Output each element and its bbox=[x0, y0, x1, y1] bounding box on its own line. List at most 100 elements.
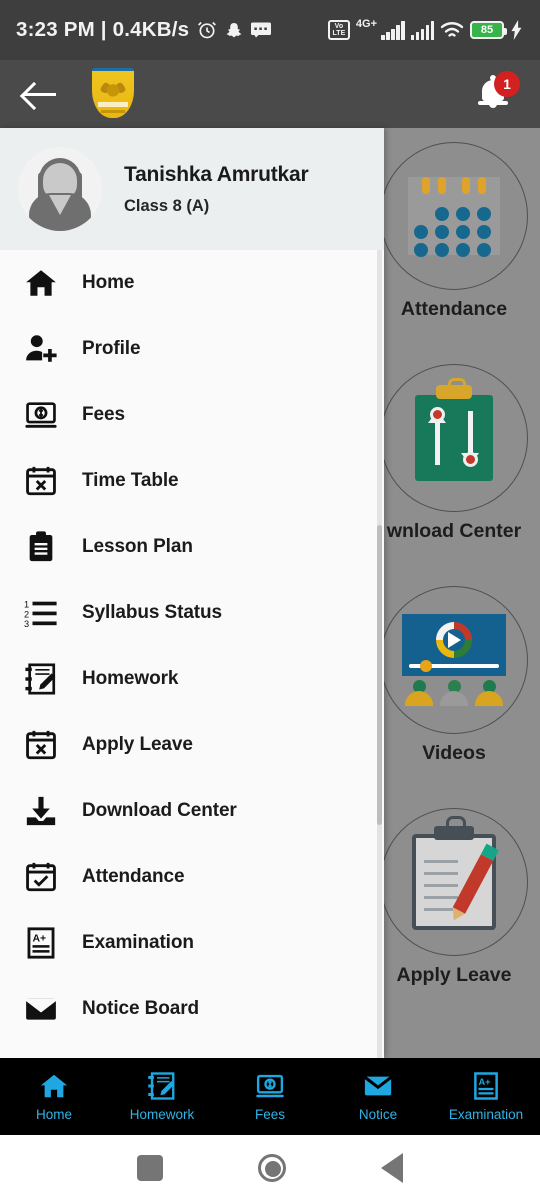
drawer-item-label: Home bbox=[82, 272, 135, 293]
student-name: Tanishka Amrutkar bbox=[124, 162, 309, 186]
battery-icon: 85 bbox=[470, 21, 507, 39]
bell-clapper-icon bbox=[489, 103, 497, 108]
drawer-item-lesson-plan[interactable]: Lesson Plan bbox=[0, 514, 384, 580]
notebook-pen-icon bbox=[148, 1072, 175, 1100]
school-crest-logo bbox=[92, 68, 136, 120]
tile-label: wnload Center bbox=[386, 520, 522, 542]
drawer-menu-list: Home Profile Fees Time Table Lesson Plan… bbox=[0, 250, 384, 1058]
app-bar: 1 bbox=[0, 60, 540, 128]
home-tile-apply-leave[interactable]: Apply Leave bbox=[368, 808, 540, 987]
svg-text:1: 1 bbox=[24, 599, 29, 609]
drawer-scrollbar-thumb[interactable] bbox=[377, 525, 382, 825]
drawer-item-fees[interactable]: Fees bbox=[0, 382, 384, 448]
notebook-pen-icon bbox=[14, 656, 68, 702]
back-arrow-icon[interactable] bbox=[20, 76, 64, 112]
bottom-nav-homework[interactable]: Homework bbox=[108, 1071, 216, 1122]
bottom-nav-label: Home bbox=[35, 1107, 72, 1122]
drawer-scrollbar[interactable] bbox=[377, 250, 382, 1058]
drawer-item-label: Homework bbox=[82, 668, 179, 689]
drawer-profile-header[interactable]: Tanishka Amrutkar Class 8 (A) bbox=[0, 128, 384, 250]
battery-percent-label: 85 bbox=[480, 24, 494, 36]
bottom-nav-home[interactable]: Home bbox=[0, 1071, 108, 1122]
android-system-nav bbox=[0, 1135, 540, 1200]
drawer-item-download-center[interactable]: Download Center bbox=[0, 778, 384, 844]
calendar-x-icon bbox=[14, 458, 68, 504]
circle-home-icon[interactable] bbox=[257, 1153, 286, 1182]
clipboard-pencil-art bbox=[412, 816, 496, 930]
tile-label: Attendance bbox=[400, 298, 508, 320]
tile-circle bbox=[380, 586, 528, 734]
tile-label: Apply Leave bbox=[396, 964, 512, 986]
drawer-item-home[interactable]: Home bbox=[0, 250, 384, 316]
calendar-art bbox=[408, 177, 500, 257]
svg-text:A+: A+ bbox=[33, 934, 47, 945]
drawer-item-label: Examination bbox=[82, 932, 194, 953]
profile-text: Tanishka Amrutkar Class 8 (A) bbox=[124, 163, 309, 216]
exam-paper-icon: A+ bbox=[474, 1072, 498, 1100]
drawer-item-examination[interactable]: A+ Examination bbox=[0, 910, 384, 976]
wifi-icon bbox=[440, 21, 464, 40]
home-icon bbox=[14, 260, 68, 306]
drawer-item-syllabus-status[interactable]: 1 2 3 Syllabus Status bbox=[0, 580, 384, 646]
square-recents-icon[interactable] bbox=[137, 1154, 164, 1181]
drawer-item-homework[interactable]: Homework bbox=[0, 646, 384, 712]
drawer-item-notice-board[interactable]: Notice Board bbox=[0, 976, 384, 1042]
download-icon bbox=[14, 788, 68, 834]
drawer-item-label: Profile bbox=[82, 338, 141, 359]
notification-badge: 1 bbox=[494, 71, 520, 97]
tile-circle bbox=[380, 364, 528, 512]
calendar-x-icon bbox=[14, 722, 68, 768]
signal-bars-sim2-icon bbox=[410, 20, 434, 40]
drawer-item-profile[interactable]: Profile bbox=[0, 316, 384, 382]
volte-icon: Vo LTE bbox=[327, 20, 350, 40]
drawer-item-label: Time Table bbox=[82, 470, 179, 491]
bottom-nav-label: Fees bbox=[254, 1107, 285, 1122]
avatar bbox=[18, 147, 102, 231]
student-class: Class 8 (A) bbox=[124, 196, 210, 215]
tile-circle bbox=[380, 808, 528, 956]
bottom-nav-notice[interactable]: Notice bbox=[324, 1071, 432, 1122]
video-player-art bbox=[402, 614, 506, 706]
bottom-navigation-bar: Home Homework Fees Notice A+ Examination bbox=[0, 1058, 540, 1135]
triangle-back-icon[interactable] bbox=[380, 1152, 403, 1183]
envelope-icon bbox=[363, 1076, 393, 1096]
status-bar: 3:23 PM | 0.4KB/s Vo LTE 4G+ 85 bbox=[0, 0, 540, 60]
home-tile-attendance[interactable]: Attendance bbox=[368, 142, 540, 321]
svg-text:A+: A+ bbox=[479, 1077, 492, 1087]
signal-bars-sim1-icon bbox=[381, 20, 405, 40]
svg-text:3: 3 bbox=[24, 619, 29, 629]
status-bar-right: Vo LTE 4G+ 85 bbox=[327, 18, 524, 40]
drawer-item-apply-leave[interactable]: Apply Leave bbox=[0, 712, 384, 778]
clipboard-icon bbox=[14, 524, 68, 570]
drawer-item-time-table[interactable]: Time Table bbox=[0, 448, 384, 514]
bottom-nav-label: Examination bbox=[448, 1107, 524, 1122]
drawer-item-label: Attendance bbox=[82, 866, 185, 887]
money-laptop-icon bbox=[256, 1074, 284, 1098]
bottom-nav-label: Notice bbox=[358, 1107, 398, 1122]
snapchat-icon bbox=[225, 21, 243, 40]
numbered-list-icon: 1 2 3 bbox=[14, 590, 68, 636]
tile-circle bbox=[380, 142, 528, 290]
download-clipboard-art bbox=[415, 378, 493, 481]
exam-paper-icon: A+ bbox=[14, 920, 68, 966]
drawer-item-label: Notice Board bbox=[82, 998, 200, 1019]
message-icon bbox=[251, 22, 272, 38]
bottom-nav-examination[interactable]: A+ Examination bbox=[432, 1071, 540, 1122]
person-add-icon bbox=[14, 326, 68, 372]
drawer-item-label: Syllabus Status bbox=[82, 602, 222, 623]
bottom-nav-label: Homework bbox=[129, 1107, 195, 1122]
calendar-check-icon bbox=[14, 854, 68, 900]
drawer-item-attendance[interactable]: Attendance bbox=[0, 844, 384, 910]
drawer-item-label: Lesson Plan bbox=[82, 536, 193, 557]
status-bar-left: 3:23 PM | 0.4KB/s bbox=[16, 18, 272, 42]
home-tile-videos[interactable]: Videos bbox=[368, 586, 540, 765]
navigation-drawer: Tanishka Amrutkar Class 8 (A) Home Profi… bbox=[0, 128, 384, 1058]
svg-text:2: 2 bbox=[24, 609, 29, 619]
charging-bolt-icon bbox=[510, 20, 524, 40]
status-time-and-datarate: 3:23 PM | 0.4KB/s bbox=[16, 18, 190, 41]
notification-bell-button[interactable]: 1 bbox=[474, 71, 520, 117]
tile-label: Videos bbox=[422, 742, 486, 764]
bottom-nav-fees[interactable]: Fees bbox=[216, 1071, 324, 1122]
home-tile-download-center[interactable]: wnload Center bbox=[368, 364, 540, 543]
phone-screen: 3:23 PM | 0.4KB/s Vo LTE 4G+ 85 1 Attend… bbox=[0, 0, 540, 1200]
